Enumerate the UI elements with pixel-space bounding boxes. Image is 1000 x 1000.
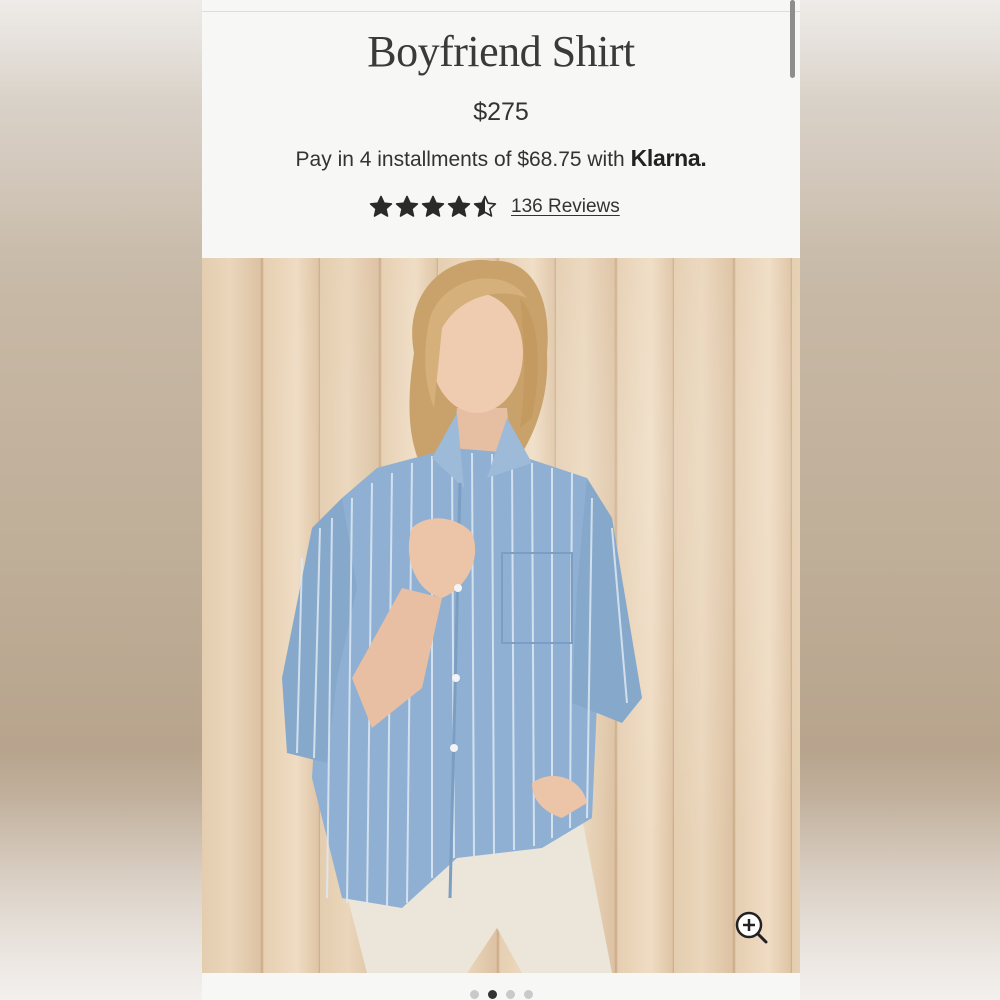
reviews-link[interactable]: 136 Reviews — [511, 196, 620, 218]
gallery-dot[interactable] — [505, 990, 515, 999]
klarna-logo: Klarna. — [630, 145, 707, 171]
star-filled-icon — [395, 195, 419, 217]
star-half-icon — [473, 195, 497, 217]
model-photo — [282, 259, 642, 973]
star-filled-icon — [421, 195, 445, 217]
header-divider — [202, 11, 800, 12]
star-filled-icon — [369, 195, 393, 217]
star-rating — [369, 195, 497, 219]
klarna-installments: Pay in 4 installments of $68.75 with Kla… — [202, 145, 800, 172]
blurred-background-right — [800, 0, 1000, 1000]
rating-summary: 136 Reviews — [369, 191, 620, 223]
product-title: Boyfriend Shirt — [367, 27, 635, 76]
gallery-dot[interactable] — [487, 990, 497, 999]
product-image[interactable] — [202, 258, 800, 973]
gallery-pagination — [202, 990, 800, 999]
product-page: Boyfriend Shirt $275 Pay in 4 installmen… — [202, 0, 800, 1000]
gallery-dot[interactable] — [523, 990, 533, 999]
zoom-in-icon[interactable] — [732, 908, 770, 946]
blurred-background-left — [0, 0, 202, 1000]
installment-text: Pay in 4 installments of $68.75 with — [295, 148, 625, 171]
star-filled-icon — [447, 195, 471, 217]
gallery-dot[interactable] — [469, 990, 479, 999]
product-price: $275 — [473, 98, 529, 126]
